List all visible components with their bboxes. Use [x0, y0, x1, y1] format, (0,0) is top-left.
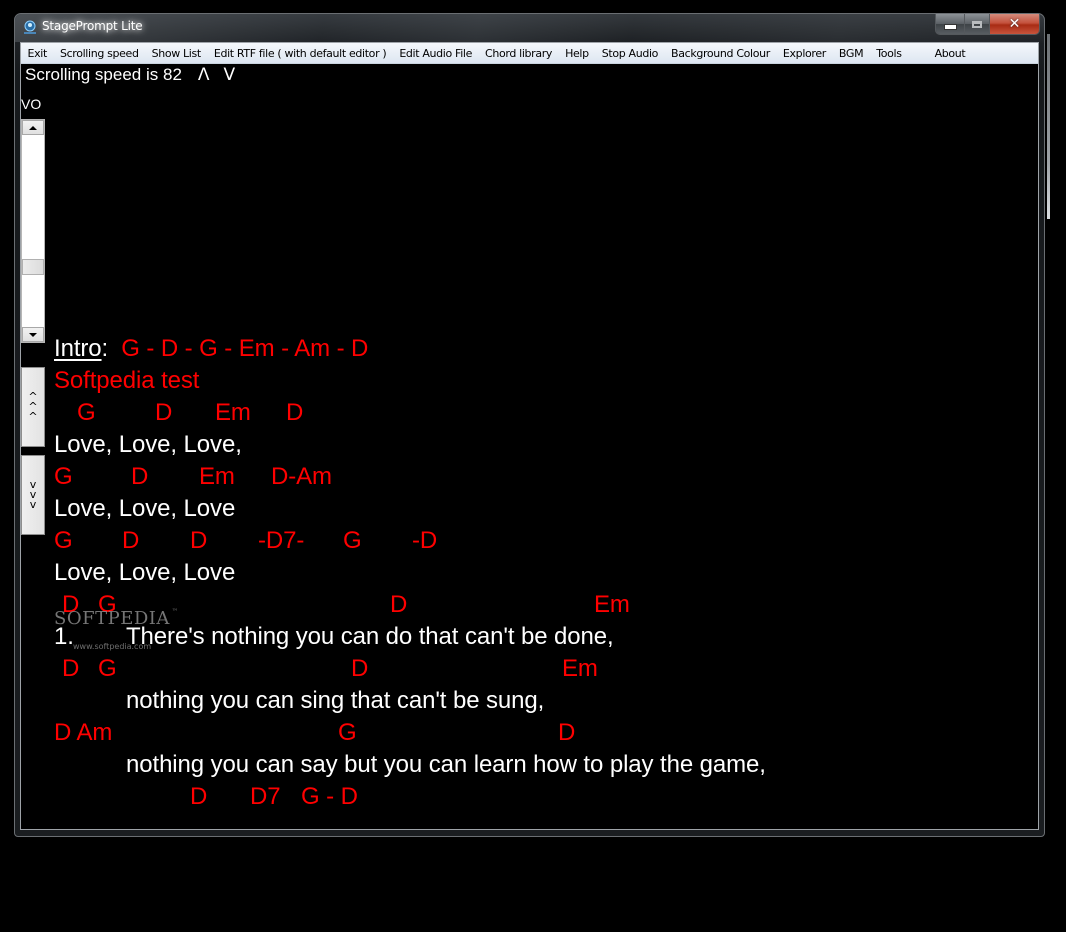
- chord: Em: [594, 591, 630, 618]
- chord-line: G D Em D-Am: [21, 462, 921, 492]
- lyric-line: nothing you can sing that can't be sung,: [126, 687, 545, 714]
- chord: D: [286, 399, 304, 426]
- menu-bar: Exit Scrolling speed Show List Edit RTF …: [21, 43, 1038, 64]
- speed-increase-button[interactable]: Λ: [198, 65, 210, 85]
- menu-about[interactable]: About: [928, 47, 972, 60]
- menu-exit[interactable]: Exit: [21, 47, 53, 60]
- intro-colon: :: [101, 335, 109, 362]
- chord: G: [343, 527, 362, 554]
- chord: D7: [250, 783, 281, 810]
- speed-label: Scrolling speed is: [25, 65, 159, 84]
- volume-scrollbar[interactable]: [21, 119, 45, 343]
- window-title: StagePrompt Lite: [42, 19, 143, 33]
- chord: D: [558, 719, 576, 746]
- caption-buttons: ✕: [935, 14, 1040, 35]
- menu-tools[interactable]: Tools: [870, 47, 908, 60]
- volume-label: VO: [21, 96, 42, 112]
- lyric-text: There's nothing you can do that can't be…: [126, 623, 614, 650]
- chord-line: G D D -D7- G -D: [21, 526, 921, 556]
- chord-line: D D7 G - D: [21, 782, 921, 812]
- chord: D-Am: [271, 463, 332, 490]
- chord: D: [62, 655, 80, 682]
- menu-edit-rtf-file[interactable]: Edit RTF file ( with default editor ): [207, 47, 392, 60]
- chord: G: [54, 527, 73, 554]
- lyric-line: Love, Love, Love: [54, 495, 236, 522]
- close-button[interactable]: ✕: [990, 14, 1039, 34]
- chord: G: [338, 719, 357, 746]
- chord: D: [190, 527, 208, 554]
- chord: D: [155, 399, 173, 426]
- chord: D Am: [54, 719, 113, 746]
- app-window: StagePrompt Lite ✕ Exit Scrolling speed …: [14, 13, 1050, 837]
- scroll-up-button[interactable]: [22, 120, 44, 135]
- menu-edit-audio-file[interactable]: Edit Audio File: [393, 47, 479, 60]
- chord: G: [98, 655, 117, 682]
- chord: D: [131, 463, 149, 490]
- watermark-tm: ™: [171, 608, 179, 615]
- verse-number: 1.: [54, 623, 74, 650]
- close-icon: ✕: [1008, 16, 1021, 32]
- chord: G: [54, 463, 73, 490]
- chord: D: [351, 655, 369, 682]
- stageprompt-app-icon: [24, 20, 36, 34]
- menu-chord-library[interactable]: Chord library: [479, 47, 559, 60]
- chord: G: [77, 399, 96, 426]
- chord: -D7-: [258, 527, 305, 554]
- lyric-line: nothing you can say but you can learn ho…: [126, 751, 766, 778]
- chord: Em: [215, 399, 251, 426]
- title-bar[interactable]: StagePrompt Lite ✕: [15, 14, 1044, 42]
- lyric-line: 1. There's nothing you can do that can't …: [54, 622, 614, 652]
- speed-decrease-button[interactable]: V: [224, 65, 236, 85]
- scrollbar-thumb[interactable]: [22, 259, 44, 275]
- intro-label: Intro: [54, 335, 102, 362]
- chord-line: G D Em D: [21, 398, 921, 428]
- speed-value: 82: [162, 65, 182, 84]
- menu-scrolling-speed[interactable]: Scrolling speed: [53, 47, 145, 60]
- maximize-button[interactable]: [965, 14, 990, 34]
- chord: D: [122, 527, 140, 554]
- song-title: Softpedia test: [54, 367, 200, 394]
- chord: Em: [562, 655, 598, 682]
- chord: -D: [412, 527, 438, 554]
- intro-line: Intro: G - D - G - Em - Am - D: [54, 334, 368, 364]
- chord-line: D G D Em: [21, 654, 921, 684]
- window-edge-scroll-indicator: [1047, 34, 1050, 219]
- menu-background-colour[interactable]: Background Colour: [665, 47, 777, 60]
- lyric-line: Love, Love, Love,: [54, 431, 242, 458]
- chord: Em: [199, 463, 235, 490]
- minimize-button[interactable]: [936, 14, 965, 34]
- arrow-up-icon: [29, 125, 37, 130]
- menu-explorer[interactable]: Explorer: [776, 47, 832, 60]
- menu-help[interactable]: Help: [559, 47, 596, 60]
- minimize-icon: [943, 24, 957, 30]
- scrolling-speed-readout: Scrolling speed is 82 Λ V: [25, 65, 235, 85]
- arrow-down-icon: [29, 332, 37, 337]
- scroll-down-button[interactable]: [22, 327, 44, 342]
- menu-show-list[interactable]: Show List: [145, 47, 207, 60]
- menu-stop-audio[interactable]: Stop Audio: [595, 47, 664, 60]
- lyric-line: Love, Love, Love: [54, 559, 236, 586]
- menu-bgm[interactable]: BGM: [832, 47, 869, 60]
- chord: D: [390, 591, 408, 618]
- chord: G - D: [301, 783, 358, 810]
- intro-chords: G - D - G - Em - Am - D: [121, 335, 369, 362]
- client-area: Exit Scrolling speed Show List Edit RTF …: [20, 42, 1039, 830]
- chord: D: [190, 783, 208, 810]
- chord-line: D Am G D: [21, 718, 921, 748]
- maximize-icon: [972, 20, 982, 28]
